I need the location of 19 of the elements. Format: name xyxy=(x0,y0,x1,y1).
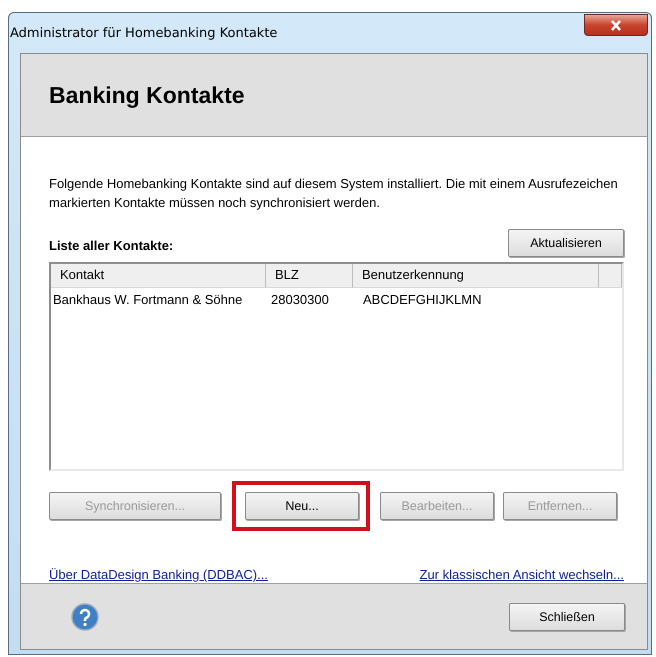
link[interactable]: Über DataDesign Banking (DDBAC)... xyxy=(49,567,268,582)
table-cell-text: 28030300 xyxy=(270,292,330,307)
action-button[interactable]: Neu... xyxy=(245,492,359,520)
refresh-button[interactable]: Aktualisieren xyxy=(508,229,624,257)
close-button[interactable] xyxy=(584,14,648,36)
empty-column-header xyxy=(599,264,622,288)
link[interactable]: Zur klassischen Ansicht wechseln... xyxy=(420,567,624,582)
window-title: Administrator für Homebanking Kontakte xyxy=(10,26,278,40)
list-label: Liste aller Kontakte: xyxy=(49,238,174,253)
description-text: Folgende Homebanking Kontakte sind auf diesem System installiert. Die mit einem Ausrufezeichen markierten Kontakte müssen noch synchronisiert werden. xyxy=(49,175,619,212)
page-heading: Banking Kontakte xyxy=(49,82,245,108)
table-cell-text: Bankhaus W. Fortmann & Söhne xyxy=(52,292,244,307)
column-header[interactable]: Kontakt xyxy=(51,264,266,288)
column-header[interactable]: BLZ xyxy=(266,264,353,288)
close-dialog-button[interactable]: Schließen xyxy=(509,602,625,630)
help-icon[interactable] xyxy=(71,602,99,630)
table-cell-text: ABCDEFGHIJKLMN xyxy=(362,292,482,307)
column-header[interactable]: Benutzerkennung xyxy=(353,264,599,288)
close-icon xyxy=(610,20,622,30)
